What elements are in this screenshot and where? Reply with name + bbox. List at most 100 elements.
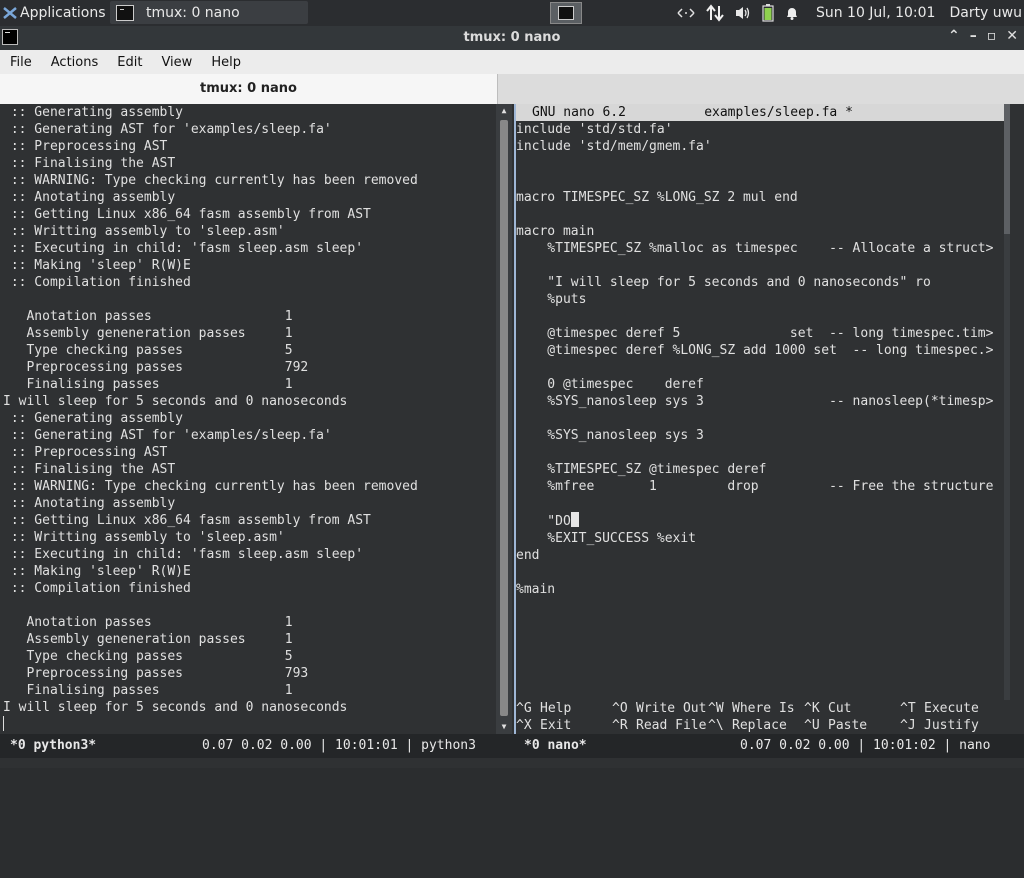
tmux-status-bar: *0 python3* 0.07 0.02 0.00 | 10:01:01 | … xyxy=(0,734,1024,758)
output-line: Assembly geneneration passes 1 xyxy=(3,326,293,341)
clock[interactable]: Sun 10 Jul, 10:01 xyxy=(816,5,936,21)
output-line: :: Compilation finished xyxy=(3,275,191,290)
scroll-down-arrow-icon[interactable]: ▼ xyxy=(496,720,512,734)
output-line: :: Writting assembly to 'sleep.asm' xyxy=(3,530,285,545)
menu-help[interactable]: Help xyxy=(201,55,250,70)
code-line[interactable]: include 'std/std.fa' xyxy=(516,122,673,137)
shortcut-key[interactable]: ^O xyxy=(612,700,628,717)
menu-actions[interactable]: Actions xyxy=(41,55,108,70)
code-line[interactable]: macro TIMESPEC_SZ %LONG_SZ 2 mul end xyxy=(516,190,798,205)
status-window-left: *0 python3* xyxy=(10,738,97,753)
right-pane-scrollbar[interactable] xyxy=(1004,104,1010,700)
code-line[interactable]: %puts xyxy=(516,292,586,307)
shortcut-key[interactable]: ^T xyxy=(900,700,916,717)
tab-strip: tmux: 0 nano xyxy=(0,74,1024,104)
shortcut-key[interactable]: ^K xyxy=(804,700,820,717)
code-line[interactable]: include 'std/mem/gmem.fa' xyxy=(516,139,712,154)
xfce-logo-icon xyxy=(3,7,17,19)
code-line[interactable]: %mfree 1 drop -- Free the structure xyxy=(516,479,993,494)
notification-bell-icon[interactable] xyxy=(784,5,800,21)
shortcut-label[interactable]: Execute xyxy=(924,700,979,717)
scrollbar-thumb[interactable] xyxy=(1004,104,1010,234)
shortcut-key[interactable]: ^W xyxy=(708,700,724,717)
code-line[interactable]: @timespec deref 5 set -- long timespec.t… xyxy=(516,326,993,341)
minimize-button[interactable]: – xyxy=(970,28,977,44)
code-line[interactable]: "I will sleep for 5 seconds and 0 nanose… xyxy=(516,275,931,290)
tmux-pane-left[interactable]: :: Generating assembly :: Generating AST… xyxy=(0,104,496,734)
output-line: :: Generating AST for 'examples/sleep.fa… xyxy=(3,428,332,443)
output-line: :: Executing in child: 'fasm sleep.asm s… xyxy=(3,241,364,256)
shortcut-label[interactable]: Cut xyxy=(828,700,851,717)
workspace-pager[interactable] xyxy=(550,2,582,24)
maximize-button[interactable]: ▫ xyxy=(987,28,997,44)
shortcut-label[interactable]: Where Is xyxy=(732,700,795,717)
top-panel: Applications tmux: 0 nano Sun 10 Jul, 10… xyxy=(0,0,1024,26)
output-line: :: Making 'sleep' R(W)E xyxy=(3,564,191,579)
shortcut-key[interactable]: ^G xyxy=(516,700,532,717)
nano-editor-text[interactable]: include 'std/std.fa' include 'std/mem/gm… xyxy=(516,121,1006,598)
shortcut-key[interactable]: ^R xyxy=(612,717,628,734)
code-line[interactable]: macro main xyxy=(516,224,594,239)
shortcut-label[interactable]: Write Out xyxy=(636,700,706,717)
volume-icon[interactable] xyxy=(734,5,752,21)
shortcut-key[interactable]: ^X xyxy=(516,717,532,734)
menubar: File Actions Edit View Help xyxy=(0,50,1024,74)
close-button[interactable]: ✕ xyxy=(1006,28,1018,44)
shortcut-label[interactable]: Paste xyxy=(828,717,867,734)
shortcut-key[interactable]: ^U xyxy=(804,717,820,734)
output-line: :: Compilation finished xyxy=(3,581,191,596)
tab-tmux[interactable]: tmux: 0 nano xyxy=(0,74,498,104)
shortcut-key[interactable]: ^J xyxy=(900,717,916,734)
user-menu[interactable]: Darty uwu xyxy=(949,5,1022,21)
output-line: Type checking passes 5 xyxy=(3,649,293,664)
applications-menu-button[interactable]: Applications xyxy=(0,0,106,26)
menu-file[interactable]: File xyxy=(0,55,41,70)
code-line[interactable]: %EXIT_SUCCESS %exit xyxy=(516,531,696,546)
menu-edit[interactable]: Edit xyxy=(107,55,151,70)
code-line[interactable]: %SYS_nanosleep sys 3 xyxy=(516,428,704,443)
shell-cursor xyxy=(3,716,4,731)
shortcut-label[interactable]: Read File xyxy=(636,717,706,734)
code-line[interactable]: %TIMESPEC_SZ @timespec deref xyxy=(516,462,766,477)
workspace-thumbnail[interactable] xyxy=(558,6,574,20)
code-line[interactable]: %main xyxy=(516,582,555,597)
scroll-up-arrow-icon[interactable]: ▲ xyxy=(496,104,512,118)
code-line[interactable]: "DO xyxy=(516,514,571,529)
terminal-area[interactable]: :: Generating assembly :: Generating AST… xyxy=(0,104,1024,768)
shortcut-key[interactable]: ^\ xyxy=(708,717,724,734)
output-line: :: Finalising the AST xyxy=(3,462,176,477)
output-line: :: Executing in child: 'fasm sleep.asm s… xyxy=(3,547,364,562)
nano-filename: examples/sleep.fa * xyxy=(704,105,853,120)
status-info-left: 0.07 0.02 0.00 | 10:01:01 | python3 xyxy=(202,738,476,753)
output-line: Preprocessing passes 792 xyxy=(3,360,309,375)
nano-version: GNU nano 6.2 xyxy=(532,105,626,120)
left-pane-scrollbar[interactable]: ▲ ▼ xyxy=(496,104,512,734)
shortcut-label[interactable]: Replace xyxy=(732,717,787,734)
tmux-pane-right[interactable]: GNU nano 6.2 examples/sleep.fa * include… xyxy=(514,104,1024,734)
code-line[interactable]: 0 @timespec deref xyxy=(516,377,704,392)
nano-titlebar: GNU nano 6.2 examples/sleep.fa * xyxy=(516,104,1008,121)
output-line: :: Getting Linux x86_64 fasm assembly fr… xyxy=(3,513,371,528)
taskbar-item-tmux[interactable]: tmux: 0 nano xyxy=(110,1,308,24)
menu-view[interactable]: View xyxy=(151,55,201,70)
scrollbar-thumb[interactable] xyxy=(500,120,508,716)
output-line: Type checking passes 5 xyxy=(3,343,293,358)
minimize-icon[interactable]: ⌃ xyxy=(948,28,960,44)
shortcut-label[interactable]: Help xyxy=(540,700,571,717)
output-line: :: Generating assembly xyxy=(3,411,184,426)
network-arrows-icon[interactable] xyxy=(676,6,696,20)
shortcut-label[interactable]: Exit xyxy=(540,717,571,734)
code-line[interactable]: %SYS_nanosleep sys 3 -- nanosleep(*times… xyxy=(516,394,993,409)
code-line[interactable]: %TIMESPEC_SZ %malloc as timespec -- Allo… xyxy=(516,241,993,256)
window-titlebar[interactable]: tmux: 0 nano ⌃ – ▫ ✕ xyxy=(0,26,1024,50)
transfer-icon[interactable] xyxy=(706,4,724,22)
output-line: :: Generating assembly xyxy=(3,105,184,120)
output-line: :: Finalising the AST xyxy=(3,156,176,171)
code-line[interactable]: end xyxy=(516,548,539,563)
output-line: Preprocessing passes 793 xyxy=(3,666,309,681)
battery-icon[interactable] xyxy=(762,4,774,22)
code-line[interactable]: @timespec deref %LONG_SZ add 1000 set --… xyxy=(516,343,993,358)
output-line: :: Preprocessing AST xyxy=(3,139,168,154)
output-line: :: Writting assembly to 'sleep.asm' xyxy=(3,224,285,239)
shortcut-label[interactable]: Justify xyxy=(924,717,979,734)
